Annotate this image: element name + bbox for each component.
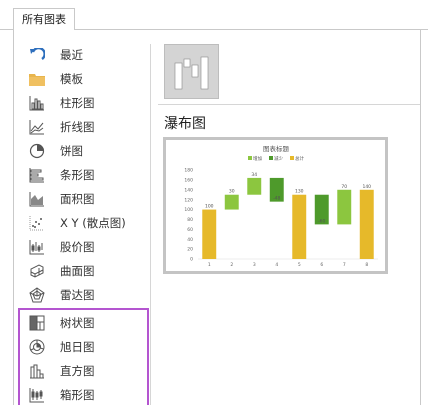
nav-item-templates[interactable]: 模板 [18,68,148,90]
y-tick-label: 120 [184,197,193,203]
y-tick-label: 40 [187,237,193,243]
waterfall-bar [337,189,352,225]
nav-item-recent[interactable]: 最近 [18,44,148,66]
stock-chart-icon [28,239,46,255]
chart-title: 图表标题 [263,144,290,153]
legend-label-decrease: 减少 [274,155,283,162]
nav-label: 模板 [60,72,83,86]
y-tick-label: 60 [187,227,193,233]
nav-item-scatter[interactable]: X Y (散点图) [18,212,148,234]
x-tick-label: 1 [208,262,211,268]
y-tick-label: 140 [184,187,193,193]
x-tick-label: 6 [320,262,323,268]
nav-label: 折线图 [60,120,95,134]
chart-preview[interactable]: 图表标题 增加 减少 总计 180 160 140 120 100 80 60 40 20 0 10… [163,137,388,274]
data-label: -48 [273,196,280,202]
nav-item-stock[interactable]: 股价图 [18,236,148,258]
bar-chart-icon [28,167,46,183]
waterfall-preview-chart: 图表标题 增加 减少 总计 180 160 140 120 100 80 60 40 20 0 10… [184,144,378,268]
nav-item-radar[interactable]: 雷达图 [18,284,148,306]
data-label: 70 [341,184,347,190]
y-tick-label: 0 [190,257,193,263]
nav-label: X Y (散点图) [60,216,126,230]
divider [150,44,151,405]
nav-item-bar[interactable]: 条形图 [18,164,148,186]
waterfall-bar [292,194,307,259]
y-tick-label: 100 [184,207,193,213]
nav-item-line[interactable]: 折线图 [18,116,148,138]
folder-icon [28,71,46,87]
waterfall-bar [359,189,374,259]
x-tick-label: 2 [230,262,233,268]
data-label: 34 [251,172,257,178]
waterfall-bar [202,209,217,259]
nav-label: 面积图 [60,192,95,206]
legend-swatch-increase [248,156,252,160]
nav-label: 饼图 [60,144,83,158]
x-tick-label: 3 [253,262,256,268]
data-label: 130 [295,189,304,195]
waterfall-bar [247,177,262,195]
data-label: 30 [229,189,235,195]
nav-label: 最近 [60,48,83,62]
scatter-chart-icon [28,215,46,231]
y-tick-label: 180 [184,168,193,174]
nav-item-pie[interactable]: 饼图 [18,140,148,162]
nav-label: 股价图 [60,240,95,254]
recent-arrow-icon [28,47,46,63]
chart-legend: 增加 减少 总计 [248,155,304,162]
divider [158,104,420,105]
x-tick-label: 7 [343,262,346,268]
legend-swatch-total [290,156,294,160]
surface-chart-icon [28,263,46,279]
area-chart-icon [28,191,46,207]
data-label: 140 [362,184,371,190]
data-label: 100 [205,204,214,210]
x-tick-label: 8 [365,262,368,268]
waterfall-subtype-thumbnail[interactable] [164,44,219,99]
data-label: -60 [318,218,325,224]
nav-item-column[interactable]: 柱形图 [18,92,148,114]
chart-type-title: 瀑布图 [164,116,206,132]
x-tick-label: 4 [275,262,278,268]
y-tick-label: 20 [187,247,193,253]
line-chart-icon [28,119,46,135]
nav-label: 雷达图 [60,288,95,302]
waterfall-bar [224,194,239,210]
waterfall-chart-icon [173,53,211,95]
tab-all-charts[interactable]: 所有图表 [13,8,75,31]
x-tick-label: 5 [298,262,301,268]
legend-label-increase: 增加 [253,155,262,162]
column-chart-icon [28,95,46,111]
nav-item-area[interactable]: 面积图 [18,188,148,210]
highlight-box [18,308,149,405]
pie-chart-icon [28,143,46,159]
nav-item-surface[interactable]: 曲面图 [18,260,148,282]
y-tick-label: 160 [184,177,193,183]
nav-label: 柱形图 [60,96,95,110]
y-tick-label: 80 [187,217,193,223]
legend-label-total: 总计 [295,155,304,162]
nav-label: 曲面图 [60,264,95,278]
nav-label: 条形图 [60,168,95,182]
legend-swatch-decrease [269,156,273,160]
radar-chart-icon [28,287,46,303]
